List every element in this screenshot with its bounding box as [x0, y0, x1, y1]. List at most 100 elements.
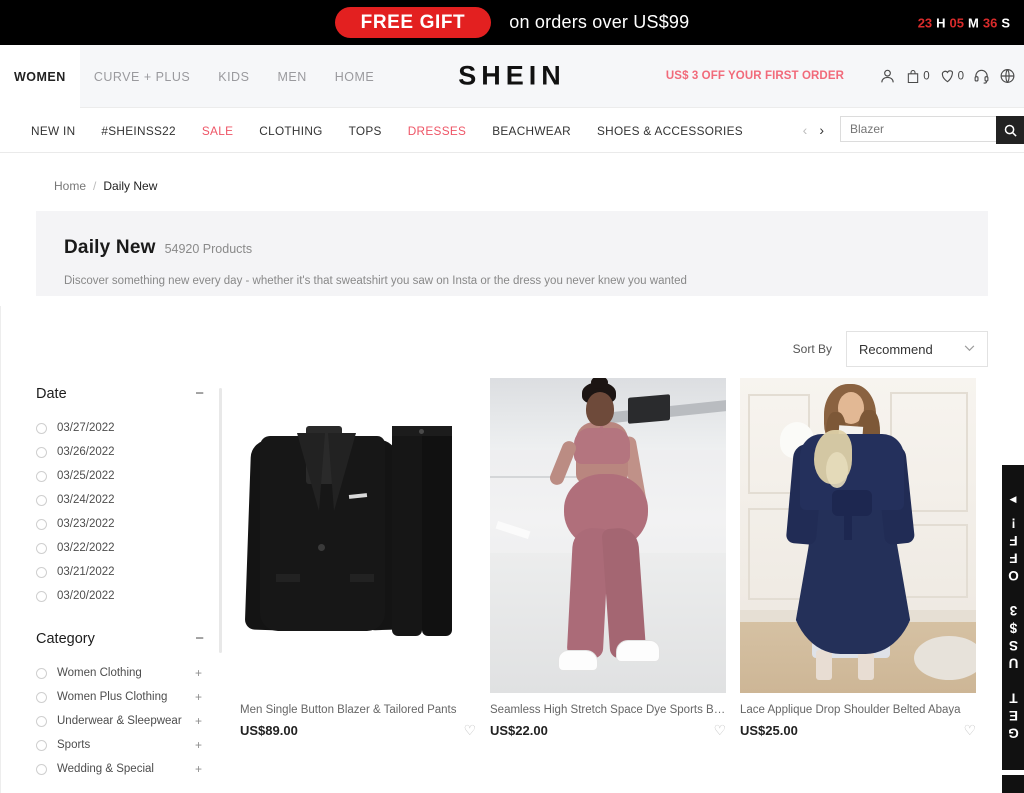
chevron-down-icon	[964, 343, 975, 355]
radio-icon[interactable]	[36, 739, 47, 751]
wishlist-heart-icon[interactable]: ♡	[963, 722, 976, 739]
filter-option-category-1[interactable]: Women Plus Clothing +	[36, 685, 204, 709]
product-image-abaya[interactable]	[740, 378, 976, 693]
radio-icon[interactable]	[36, 422, 47, 434]
radio-icon[interactable]	[36, 494, 47, 506]
filter-header-category[interactable]: Category −	[36, 630, 204, 647]
gender-tab-men[interactable]: MEN	[263, 45, 320, 108]
product-title: Seamless High Stretch Space Dye Sports B…	[490, 704, 726, 716]
wishlist-heart-icon[interactable]: ♡	[463, 722, 476, 739]
product-card-footer: US$22.00 ♡	[490, 722, 726, 739]
sort-by-select[interactable]: Recommend	[846, 331, 988, 367]
get-discount-side-tab[interactable]: ◀ GET US$3 OFF!	[1002, 465, 1024, 770]
collapse-minus-icon[interactable]: −	[195, 630, 204, 647]
filter-option-date-1[interactable]: 03/26/2022	[36, 440, 204, 464]
sort-by-value: Recommend	[859, 341, 933, 357]
countdown-hours-unit: H	[936, 15, 946, 30]
breadcrumb-separator: /	[93, 179, 97, 193]
radio-icon[interactable]	[36, 715, 47, 727]
radio-icon[interactable]	[36, 691, 47, 703]
cart-count: 0	[923, 70, 930, 82]
triangle-left-icon: ◀	[1009, 494, 1017, 505]
gender-tab-women[interactable]: WOMEN	[0, 45, 80, 108]
product-card-2[interactable]: Seamless High Stretch Space Dye Sports B…	[490, 378, 726, 739]
filter-option-label: 03/20/2022	[57, 590, 115, 602]
filter-option-category-3[interactable]: Sports +	[36, 733, 204, 757]
chevron-right-icon[interactable]: ›	[819, 122, 824, 138]
catnav-item-sale[interactable]: SALE	[189, 124, 246, 138]
catnav-item-sheinss22[interactable]: #SHEINSS22	[88, 124, 188, 138]
product-image-blazer[interactable]	[240, 378, 476, 693]
countdown-hours: 23	[917, 15, 933, 30]
filter-option-date-7[interactable]: 03/20/2022	[36, 584, 204, 608]
filter-header-date[interactable]: Date −	[36, 385, 204, 402]
breadcrumb-home[interactable]: Home	[54, 179, 86, 193]
radio-icon[interactable]	[36, 667, 47, 679]
radio-icon[interactable]	[36, 470, 47, 482]
radio-icon[interactable]	[36, 542, 47, 554]
filter-option-date-2[interactable]: 03/25/2022	[36, 464, 204, 488]
radio-icon[interactable]	[36, 590, 47, 602]
filter-option-label: 03/26/2022	[57, 446, 115, 458]
product-price: US$89.00	[240, 723, 298, 738]
radio-icon[interactable]	[36, 518, 47, 530]
catnav-item-tops[interactable]: TOPS	[336, 124, 395, 138]
radio-icon[interactable]	[36, 566, 47, 578]
header-icon-group: 0 0	[879, 68, 1016, 85]
countdown-seconds: 36	[982, 15, 998, 30]
filter-option-date-5[interactable]: 03/22/2022	[36, 536, 204, 560]
catnav-item-beachwear[interactable]: BEACHWEAR	[479, 124, 584, 138]
brand-logo[interactable]: SHEIN	[458, 61, 566, 92]
product-grid: Men Single Button Blazer & Tailored Pant…	[240, 378, 976, 739]
breadcrumb-current: Daily New	[103, 179, 158, 193]
sports-model-photo	[490, 378, 726, 693]
support-headset-icon[interactable]	[973, 68, 990, 85]
catnav-item-new-in[interactable]: NEW IN	[18, 124, 88, 138]
filter-option-date-0[interactable]: 03/27/2022	[36, 416, 204, 440]
filter-option-category-2[interactable]: Underwear & Sleepwear +	[36, 709, 204, 733]
language-globe-icon[interactable]	[999, 68, 1016, 85]
account-icon[interactable]	[879, 68, 896, 85]
expand-plus-icon[interactable]: +	[195, 762, 204, 776]
product-image-sports-set[interactable]	[490, 378, 726, 693]
product-price: US$25.00	[740, 723, 798, 738]
catnav-item-shoes-accessories[interactable]: SHOES & ACCESSORIES	[584, 124, 756, 138]
filter-option-category-4[interactable]: Wedding & Special +	[36, 757, 204, 781]
product-card-3[interactable]: Lace Applique Drop Shoulder Belted Abaya…	[740, 378, 976, 739]
gender-tab-kids[interactable]: KIDS	[204, 45, 263, 108]
expand-plus-icon[interactable]: +	[195, 738, 204, 752]
cart-icon[interactable]: 0	[905, 68, 930, 84]
expand-plus-icon[interactable]: +	[195, 666, 204, 680]
catnav-item-clothing[interactable]: CLOTHING	[246, 124, 335, 138]
content-left-border	[0, 306, 1, 793]
sort-bar: Sort By Recommend	[793, 331, 988, 367]
first-order-promo-link[interactable]: US$ 3 OFF YOUR FIRST ORDER	[666, 70, 844, 82]
filter-option-date-6[interactable]: 03/21/2022	[36, 560, 204, 584]
collapse-minus-icon[interactable]: −	[195, 385, 204, 402]
filter-option-date-4[interactable]: 03/23/2022	[36, 512, 204, 536]
wishlist-heart-icon[interactable]: 0	[939, 68, 964, 85]
gender-tab-list: WOMEN CURVE + PLUS KIDS MEN HOME	[0, 45, 388, 108]
promo-text: on orders over US$99	[509, 12, 690, 32]
search-button[interactable]	[996, 116, 1024, 144]
product-card-1[interactable]: Men Single Button Blazer & Tailored Pant…	[240, 378, 476, 739]
expand-plus-icon[interactable]: +	[195, 690, 204, 704]
product-title: Lace Applique Drop Shoulder Belted Abaya	[740, 704, 961, 716]
chevron-left-icon[interactable]: ‹	[803, 122, 808, 138]
gender-tab-home[interactable]: HOME	[321, 45, 389, 108]
radio-icon[interactable]	[36, 446, 47, 458]
gender-tab-curve-plus[interactable]: CURVE + PLUS	[80, 45, 204, 108]
catnav-item-dresses[interactable]: DRESSES	[395, 124, 479, 138]
search-input[interactable]	[840, 116, 996, 142]
sidebar-scrollbar[interactable]	[219, 388, 222, 653]
side-tab-label: GET US$3 OFF!	[1005, 513, 1021, 741]
expand-plus-icon[interactable]: +	[195, 714, 204, 728]
free-gift-badge[interactable]: FREE GIFT	[334, 6, 492, 39]
filter-option-date-3[interactable]: 03/24/2022	[36, 488, 204, 512]
category-nav-list: NEW IN #SHEINSS22 SALE CLOTHING TOPS DRE…	[18, 108, 756, 153]
radio-icon[interactable]	[36, 763, 47, 775]
bottom-right-strip	[1002, 775, 1024, 793]
filter-option-category-0[interactable]: Women Clothing +	[36, 661, 204, 685]
wishlist-heart-icon[interactable]: ♡	[713, 722, 726, 739]
hero-description: Discover something new every day - wheth…	[64, 275, 687, 287]
